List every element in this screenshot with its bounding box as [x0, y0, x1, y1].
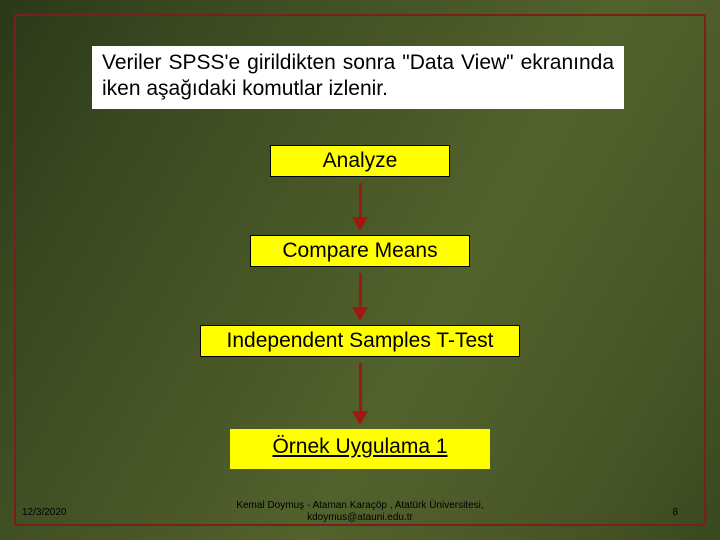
step-analyze: Analyze [270, 145, 450, 177]
example-link-label: Örnek Uygulama 1 [272, 435, 447, 458]
flow-container: Analyze Compare Means Independent Sample… [0, 145, 720, 469]
slide-background: Veriler SPSS'e girildikten sonra "Data V… [0, 0, 720, 540]
footer-date: 12/3/2020 [22, 507, 67, 518]
step-compare-label: Compare Means [282, 239, 437, 262]
example-link[interactable]: Örnek Uygulama 1 [230, 429, 490, 469]
arrow-down-icon [352, 183, 368, 231]
footer-attribution: Kemal Doymuş - Ataman Karaçöp , Atatürk … [210, 500, 510, 524]
step-compare-means: Compare Means [250, 235, 470, 267]
arrow-down-icon [352, 273, 368, 321]
arrow-down-icon [352, 363, 368, 425]
step-analyze-label: Analyze [323, 149, 398, 172]
intro-text: Veriler SPSS'e girildikten sonra "Data V… [102, 51, 614, 100]
footer-page-number: 8 [672, 507, 678, 518]
step-ttest-label: Independent Samples T-Test [227, 329, 494, 352]
intro-text-box: Veriler SPSS'e girildikten sonra "Data V… [92, 46, 624, 109]
step-independent-samples-ttest: Independent Samples T-Test [200, 325, 520, 357]
